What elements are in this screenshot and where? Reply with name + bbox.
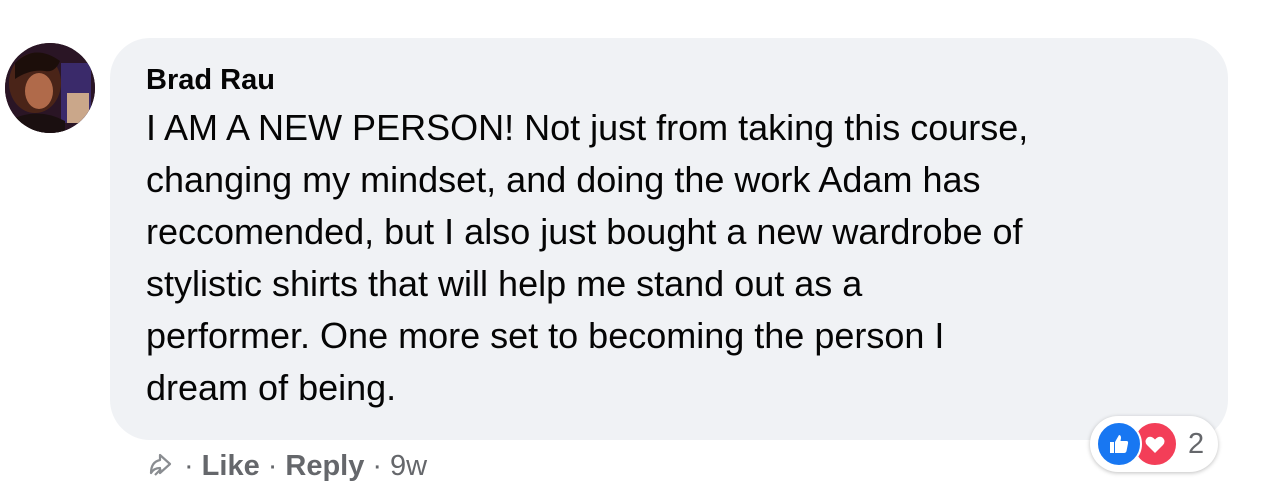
- reaction-count: 2: [1188, 427, 1205, 460]
- avatar[interactable]: [5, 43, 95, 133]
- comment-line: performer. One more set to becoming the …: [146, 315, 945, 356]
- comment-text: I AM A NEW PERSON! Not just from taking …: [146, 102, 1206, 414]
- reply-button[interactable]: Reply: [285, 450, 364, 483]
- comment-actions: · Like · Reply · 9w: [146, 446, 427, 486]
- comment-author[interactable]: Brad Rau: [146, 60, 1192, 100]
- separator: ·: [267, 449, 278, 482]
- share-icon[interactable]: [146, 451, 176, 481]
- avatar-image: [5, 43, 95, 133]
- comment-line: stylistic shirts that will help me stand…: [146, 263, 863, 304]
- timestamp[interactable]: 9w: [390, 450, 427, 483]
- comment-line: I AM A NEW PERSON! Not just from taking …: [146, 107, 1029, 148]
- reactions-summary[interactable]: 2: [1090, 416, 1219, 472]
- separator: ·: [184, 449, 194, 482]
- separator: ·: [372, 449, 383, 482]
- comment-line: changing my mindset, and doing the work …: [146, 159, 981, 200]
- like-button[interactable]: Like: [202, 450, 260, 483]
- comment-line: reccomended, but I also just bought a ne…: [146, 211, 1023, 252]
- like-icon: [1096, 421, 1142, 467]
- comment-bubble: Brad Rau I AM A NEW PERSON! Not just fro…: [110, 38, 1228, 440]
- comment-line: dream of being.: [146, 367, 397, 408]
